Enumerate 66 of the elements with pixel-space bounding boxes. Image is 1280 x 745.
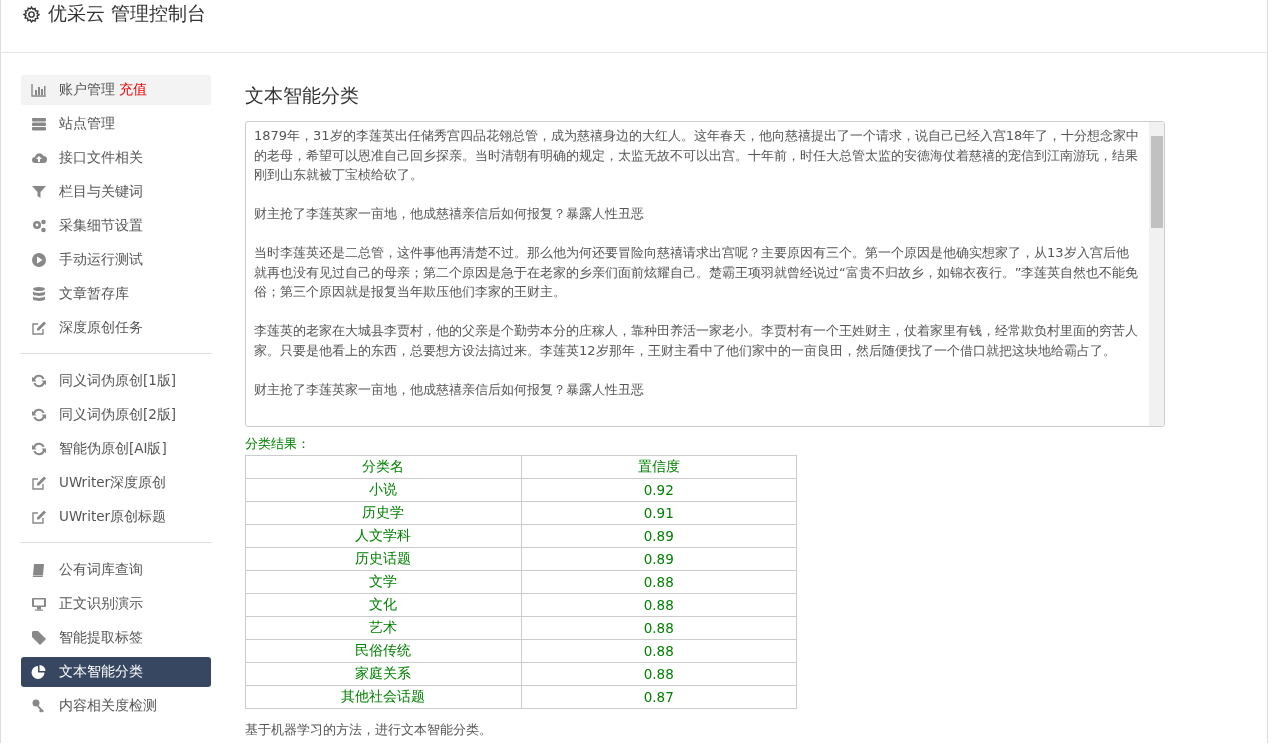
table-cell: 0.89 [521, 524, 797, 548]
table-cell: 家庭关系 [245, 662, 521, 686]
sidebar-item[interactable]: 公有词库查询 [21, 555, 211, 585]
book-icon [31, 562, 47, 578]
column-header: 分类名 [245, 455, 521, 479]
server-icon [31, 116, 47, 132]
table-cell: 0.88 [521, 570, 797, 594]
cloud-icon [31, 150, 47, 166]
key-icon [31, 698, 47, 714]
table-cell: 0.88 [521, 662, 797, 686]
sidebar-item[interactable]: 同义词伪原创[2版] [21, 400, 211, 430]
text-input-area[interactable]: 1879年，31岁的李莲英出任储秀宫四品花翎总管，成为慈禧身边的大红人。这年春天，他向慈禧提出了一个请求，说自己已经入宫18年了，十分想念家中的老母，希望可以恩准自己回乡探亲。当时清朝有明确的规定，太监无故不可以出宫。十年前，时任大总管太监的安德海仗着慈禧的宠信到江南游玩，结果刚到山东就被丁宝桢给砍了。 财主抢了李莲英家一亩地，他成慈禧亲信后如何报复？暴露人性丑恶 当时李莲英还是二总管，这件事他再清楚不过。那么他为何还要冒险向慈禧请求出宫呢？主要原因有三个。第一个原因是他确实想家了，从13岁入宫后他就再也没有见过自己的母亲；第二个原因是急于在老家的乡亲们面前炫耀自己。楚霸王项羽就曾经说过“富贵不归故乡，如锦衣夜行。”李莲英自然也不能免俗；第三个原因就是报复当年欺压他们李家的王财主。 李莲英的老家在大城县李贾村，他的父亲是个勤劳本分的庄稼人，靠种田养活一家老小。李贾村有一个王姓财主，仗着家里有钱，经常欺负村里面的穷苦人家。只要是他看上的东西，总要想方设法搞过来。李莲英12岁那年，王财主看中了他们家中的一亩良田，然后随便找了一个借口就把这块地给霸占了。 财主抢了李莲英家一亩地，他成慈禧亲信后如何报复？暴露人性丑恶 [245, 121, 1165, 427]
sidebar-item[interactable]: 站点管理 [21, 109, 211, 139]
sidebar-item[interactable]: 智能伪原创[AI版] [21, 434, 211, 464]
app-title: 优采云 管理控制台 [48, 1, 207, 26]
sidebar-item[interactable]: UWriter深度原创 [21, 468, 211, 498]
table-cell: 0.88 [521, 639, 797, 663]
table-cell: 小说 [245, 478, 521, 502]
table-cell: 0.91 [521, 501, 797, 525]
table-cell: 历史话题 [245, 547, 521, 571]
sidebar-item[interactable]: 正文识别演示 [21, 589, 211, 619]
sidebar-item[interactable]: UWriter原创标题 [21, 502, 211, 532]
chart-icon [31, 82, 47, 98]
edit-icon [31, 475, 47, 491]
sidebar-item[interactable]: 接口文件相关 [21, 143, 211, 173]
result-label: 分类结果： [245, 435, 311, 453]
table-cell: 民俗传统 [245, 639, 521, 663]
table-cell: 0.92 [521, 478, 797, 502]
pie-icon [31, 664, 47, 680]
sidebar-item[interactable]: 同义词伪原创[1版] [21, 366, 211, 396]
edit-icon [31, 509, 47, 525]
sidebar-item[interactable]: 采集细节设置 [21, 211, 211, 241]
refresh-icon [31, 373, 47, 389]
filter-icon [31, 184, 47, 200]
scrollbar[interactable] [1149, 122, 1164, 426]
database-icon [31, 286, 47, 302]
sidebar-item[interactable]: 智能提取标签 [21, 623, 211, 653]
table-cell: 0.88 [521, 616, 797, 640]
recharge-link[interactable]: 充值 [119, 81, 147, 99]
play-icon [31, 252, 47, 268]
refresh-icon [31, 441, 47, 457]
table-cell: 艺术 [245, 616, 521, 640]
description-text: 基于机器学习的方法，进行文本智能分类。 [245, 721, 493, 739]
table-cell: 文学 [245, 570, 521, 594]
sidebar-item[interactable]: 栏目与关键词 [21, 177, 211, 207]
tag-icon [31, 630, 47, 646]
sidebar-item[interactable]: 文本智能分类 [21, 657, 211, 687]
page-title: 文本智能分类 [245, 83, 360, 108]
table-cell: 历史学 [245, 501, 521, 525]
edit-icon [31, 320, 47, 336]
gears-icon [31, 218, 47, 234]
settings-icon [23, 5, 40, 23]
column-header: 置信度 [521, 455, 797, 479]
sidebar-item[interactable]: 手动运行测试 [21, 245, 211, 275]
table-cell: 0.88 [521, 593, 797, 617]
refresh-icon [31, 407, 47, 423]
table-cell: 人文学科 [245, 524, 521, 548]
table-cell: 文化 [245, 593, 521, 617]
sidebar-item[interactable]: 内容相关度检测 [21, 691, 211, 721]
monitor-icon [31, 596, 47, 612]
table-cell: 其他社会话题 [245, 685, 521, 709]
table-cell: 0.89 [521, 547, 797, 571]
sidebar-item[interactable]: 文章暂存库 [21, 279, 211, 309]
sidebar-item[interactable]: 账户管理 充值 [21, 75, 211, 105]
sidebar-item[interactable]: 深度原创任务 [21, 313, 211, 343]
table-cell: 0.87 [521, 685, 797, 709]
